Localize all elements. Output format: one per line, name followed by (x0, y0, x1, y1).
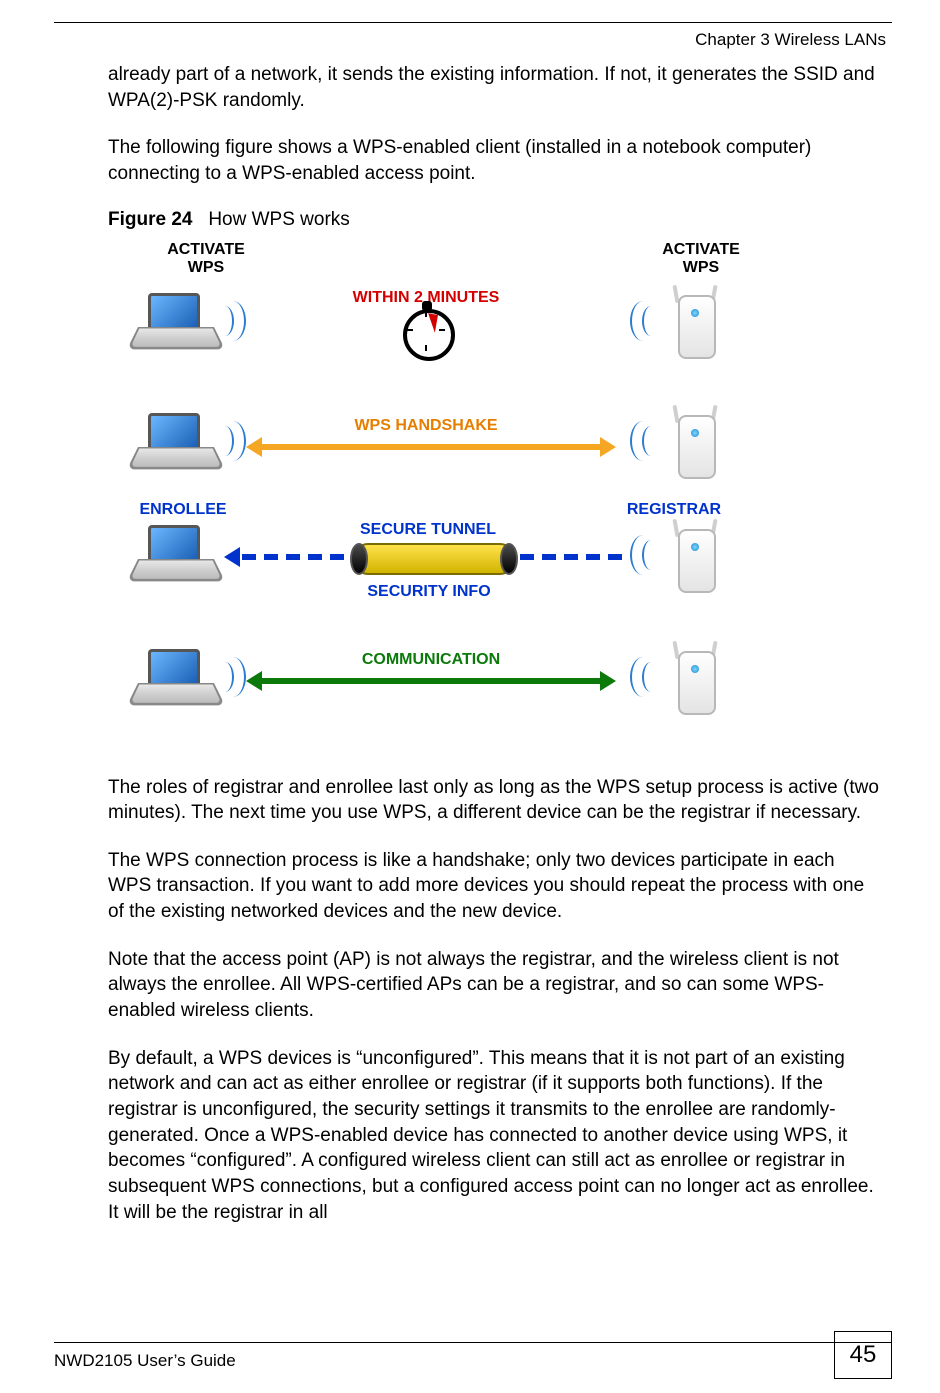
laptop-icon (138, 649, 210, 703)
paragraph: The roles of registrar and enrollee last… (108, 775, 880, 826)
double-arrow-icon (246, 443, 616, 451)
radio-waves-icon (626, 533, 660, 577)
paragraph: The following figure shows a WPS-enabled… (108, 135, 880, 186)
page: Chapter 3 Wireless LANs already part of … (0, 0, 940, 1393)
paragraph: Note that the access point (AP) is not a… (108, 947, 880, 1024)
figure-caption: Figure 24 How WPS works (108, 209, 880, 231)
access-point-icon (672, 407, 718, 479)
radio-waves-icon (216, 299, 250, 343)
footer-guide-title: NWD2105 User’s Guide (54, 1351, 236, 1371)
radio-waves-icon (626, 419, 660, 463)
laptop-icon (138, 293, 210, 347)
figure-how-wps-works: ACTIVATE WPS ACTIVATE WPS WITHIN 2 MINUT… (116, 241, 776, 761)
page-number: 45 (834, 1331, 892, 1379)
radio-waves-icon (626, 299, 660, 343)
figure-number: Figure 24 (108, 209, 192, 230)
radio-waves-icon (216, 419, 250, 463)
access-point-icon (672, 521, 718, 593)
header-rule (54, 22, 892, 23)
laptop-icon (138, 413, 210, 467)
chapter-header: Chapter 3 Wireless LANs (695, 30, 886, 50)
stopwatch-icon (400, 303, 454, 357)
label-security-info: SECURITY INFO (344, 583, 514, 601)
paragraph: By default, a WPS devices is “unconfigur… (108, 1046, 880, 1225)
label-enrollee: ENROLLEE (128, 501, 238, 519)
paragraph: The WPS connection process is like a han… (108, 848, 880, 925)
label-secure-tunnel: SECURE TUNNEL (338, 521, 518, 539)
access-point-icon (672, 643, 718, 715)
figure-title: How WPS works (208, 209, 349, 230)
content-area: already part of a network, it sends the … (108, 62, 880, 1225)
label-wps-handshake: WPS HANDSHAKE (336, 417, 516, 435)
label-registrar: REGISTRAR (614, 501, 734, 519)
label-activate-wps-left: ACTIVATE WPS (151, 241, 261, 278)
footer-rule (54, 1342, 892, 1343)
label-activate-wps-right: ACTIVATE WPS (646, 241, 756, 278)
laptop-icon (138, 525, 210, 579)
radio-waves-icon (216, 655, 250, 699)
access-point-icon (672, 287, 718, 359)
radio-waves-icon (626, 655, 660, 699)
label-communication: COMMUNICATION (346, 651, 516, 669)
tunnel-icon (354, 543, 514, 575)
paragraph: already part of a network, it sends the … (108, 62, 880, 113)
double-arrow-icon (246, 677, 616, 685)
